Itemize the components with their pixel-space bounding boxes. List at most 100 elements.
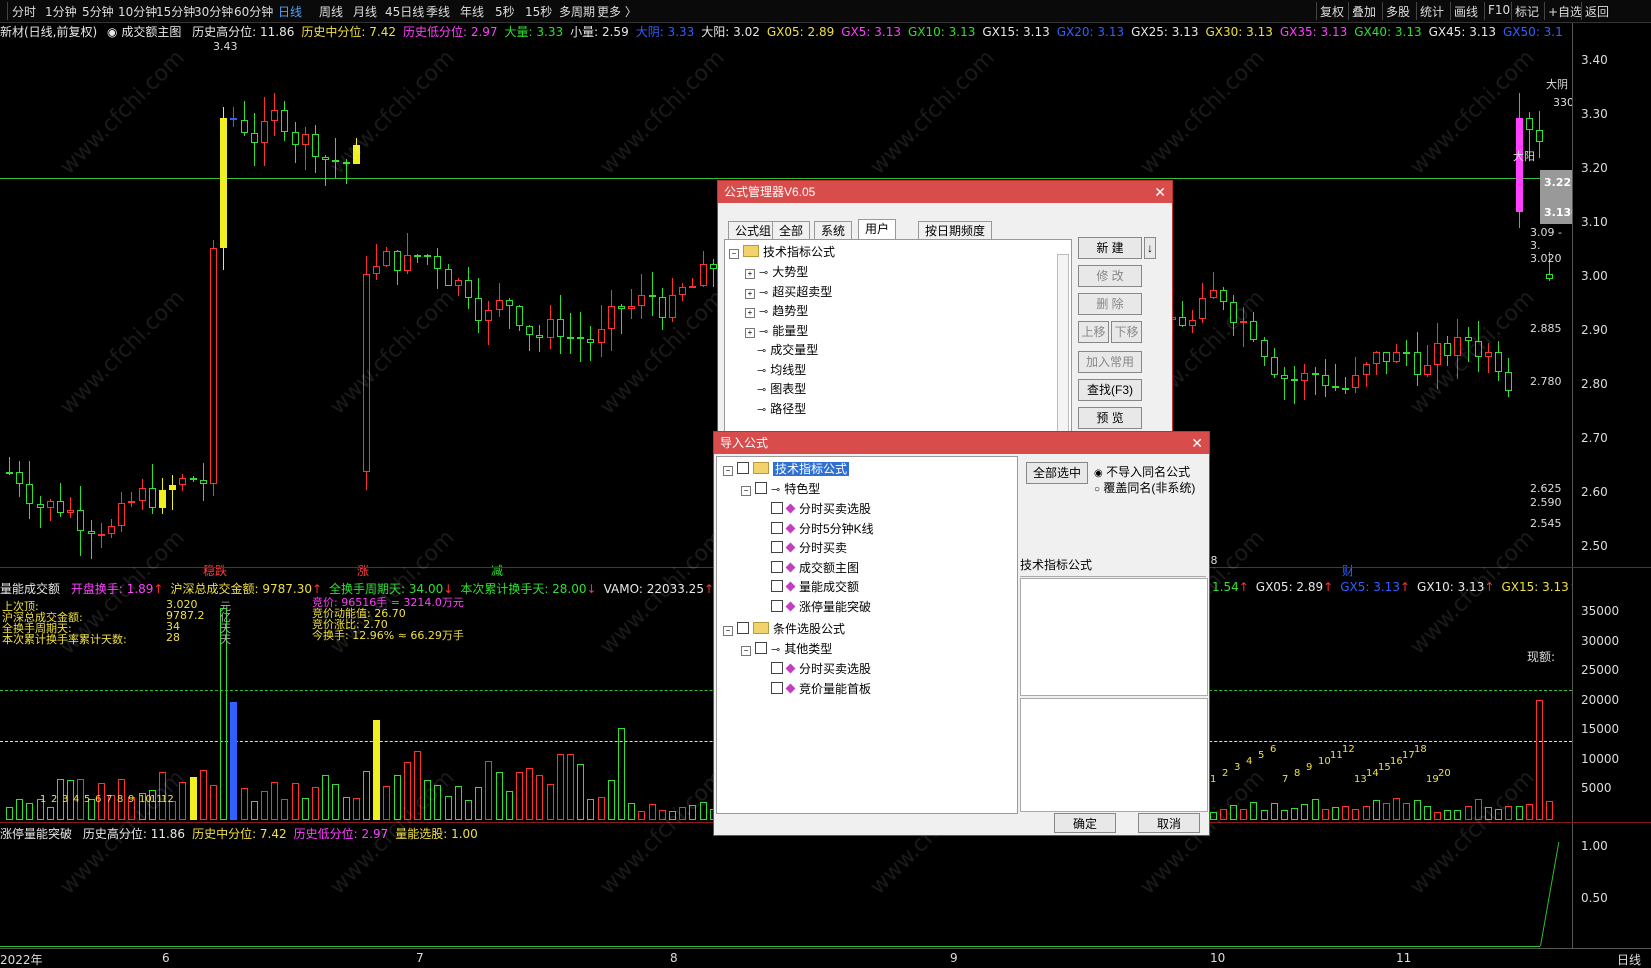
checkbox[interactable] — [737, 462, 749, 474]
tab-4[interactable]: 按日期频度 — [918, 221, 993, 240]
period-tab-11[interactable]: 季线 — [426, 3, 450, 20]
import-item[interactable]: 分时5分钟K线 — [759, 521, 874, 537]
formula-group[interactable]: ⊸ 路径型 — [745, 401, 806, 418]
toolbar-right-8[interactable]: 返回 — [1585, 3, 1609, 20]
period-tab-8[interactable]: 周线 — [319, 3, 343, 20]
expand-icon[interactable]: + — [745, 269, 755, 279]
import-item[interactable]: 竞价量能首板 — [759, 681, 871, 697]
import-item[interactable]: 成交额主图 — [759, 560, 859, 576]
fm-button-6[interactable]: 查找(F3) — [1078, 379, 1142, 401]
collapse-icon[interactable]: − — [723, 626, 733, 636]
tab-0[interactable]: 公式组 — [728, 221, 779, 240]
bottom-indicator-title[interactable]: 涨停量能突破 — [0, 827, 72, 841]
period-tab-12[interactable]: 年线 — [460, 3, 484, 20]
expand-icon[interactable]: + — [745, 327, 755, 338]
checkbox[interactable] — [771, 580, 783, 592]
fm-button-0[interactable]: 新 建 — [1078, 237, 1142, 259]
formula-group[interactable]: + ⊸ 超买超卖型 — [745, 284, 832, 301]
checkbox[interactable] — [771, 502, 783, 514]
checkbox[interactable] — [771, 560, 783, 573]
period-tab-7[interactable]: 日线 — [278, 3, 302, 20]
toolbar-right-4[interactable]: 画线 — [1454, 3, 1478, 20]
close-icon[interactable]: ✕ — [1191, 432, 1203, 454]
toolbar-right-3[interactable]: 统计 — [1420, 3, 1444, 20]
period-tab-9[interactable]: 月线 — [353, 3, 377, 20]
select-all-button[interactable]: 全部选中 — [1026, 462, 1088, 484]
tree-root[interactable]: − 技术指标公式 — [729, 244, 835, 260]
formula-group[interactable]: + ⊸ 大势型 — [745, 264, 808, 281]
import-root-2[interactable]: − 条件选股公式 — [723, 621, 845, 637]
import-item[interactable]: 分时买卖 — [759, 540, 847, 556]
cancel-button[interactable]: 取消 — [1138, 813, 1200, 833]
import-item[interactable]: 分时买卖选股 — [759, 501, 871, 517]
checkbox[interactable] — [771, 599, 783, 612]
import-titlebar[interactable]: 导入公式 ✕ — [714, 432, 1209, 454]
dropdown-arrow-icon[interactable]: ↓ — [1144, 237, 1156, 259]
fm-button-1[interactable]: 修 改 — [1078, 265, 1142, 287]
preview-panel[interactable] — [1020, 698, 1208, 812]
checkbox[interactable] — [755, 642, 767, 654]
volume-indicator-title[interactable]: 量能成交额 — [0, 582, 60, 596]
radio-overwrite[interactable]: ○ 覆盖同名(非系统) — [1094, 480, 1195, 498]
checkbox[interactable] — [771, 521, 783, 534]
formula-group[interactable]: + ⊸ 能量型 — [745, 323, 808, 340]
description-panel[interactable] — [1020, 578, 1208, 696]
tab-3[interactable]: 用户 — [858, 219, 897, 240]
collapse-icon[interactable]: − — [723, 466, 733, 476]
checkbox[interactable] — [755, 482, 767, 494]
tree-scrollbar[interactable] — [1057, 254, 1069, 436]
toolbar-right-0[interactable]: 复权 — [1320, 3, 1344, 20]
fm-button-4[interactable]: 下移 — [1111, 321, 1142, 343]
expand-icon[interactable]: + — [745, 288, 755, 299]
collapse-icon[interactable]: − — [741, 486, 751, 496]
toolbar-right-1[interactable]: 叠加 — [1352, 3, 1376, 20]
period-tab-10[interactable]: 45日线 — [385, 3, 424, 20]
period-tab-2[interactable]: 5分钟 — [82, 3, 114, 20]
indicator-name[interactable]: 成交额主图 — [121, 25, 181, 39]
formula-group[interactable]: ⊸ 成交量型 — [745, 342, 818, 359]
import-item[interactable]: 涨停量能突破 — [759, 599, 871, 615]
toolbar-right-6[interactable]: 标记 — [1515, 3, 1539, 20]
period-tab-14[interactable]: 15秒 — [525, 3, 552, 20]
import-tree[interactable]: − 技术指标公式 − ⊸ 特色型 分时买卖选股 分时5分钟K线 分时买卖成交额主图量能成交… — [716, 456, 1018, 814]
formula-tree[interactable]: − 技术指标公式 + ⊸ 大势型 + ⊸ 超买超卖型 + ⊸ 趋势型 + ⊸ 能量型 ⊸ 成交量型 ⊸ 均线型 ⊸… — [724, 239, 1072, 441]
period-tab-3[interactable]: 10分钟 — [118, 3, 157, 20]
tab-1[interactable]: 全部 — [772, 221, 811, 240]
collapse-icon[interactable]: − — [741, 646, 751, 656]
checkbox[interactable] — [771, 662, 783, 674]
ok-button[interactable]: 确定 — [1054, 813, 1116, 833]
formula-group[interactable]: + ⊸ 趋势型 — [745, 303, 808, 320]
checkbox[interactable] — [771, 681, 783, 694]
fm-button-5[interactable]: 加入常用 — [1078, 351, 1142, 373]
fm-button-3[interactable]: 上移 — [1078, 321, 1109, 343]
period-tab-6[interactable]: 60分钟 — [234, 3, 273, 20]
expand-icon[interactable]: + — [745, 308, 755, 318]
period-tab-5[interactable]: 30分钟 — [194, 3, 233, 20]
formula-group[interactable]: ⊸ 图表型 — [745, 381, 806, 398]
toolbar-right-7[interactable]: +自选 — [1548, 3, 1582, 20]
tab-2[interactable]: 系统 — [814, 221, 853, 240]
checkbox[interactable] — [771, 541, 783, 553]
indicator-name-icon[interactable]: ◉ — [107, 25, 117, 39]
period-tab-1[interactable]: 1分钟 — [45, 3, 77, 20]
toolbar-right-2[interactable]: 多股 — [1386, 3, 1410, 20]
close-icon[interactable]: ✕ — [1154, 181, 1166, 203]
period-tab-15[interactable]: 多周期 — [559, 3, 595, 20]
fm-button-2[interactable]: 删 除 — [1078, 293, 1142, 315]
import-group-2[interactable]: − ⊸ 其他类型 — [741, 641, 832, 658]
signal-chart[interactable] — [0, 842, 1572, 948]
stock-name[interactable]: 新材(日线,前复权) — [0, 25, 97, 39]
toolbar-right-5[interactable]: F10 — [1488, 3, 1510, 17]
period-tab-13[interactable]: 5秒 — [495, 3, 515, 20]
period-tab-4[interactable]: 15分钟 — [156, 3, 195, 20]
import-group-1[interactable]: − ⊸ 特色型 — [741, 481, 820, 498]
collapse-icon[interactable]: − — [729, 249, 739, 259]
formula-manager-titlebar[interactable]: 公式管理器V6.05 ✕ — [718, 181, 1172, 203]
formula-group[interactable]: ⊸ 均线型 — [745, 362, 806, 379]
import-root-1[interactable]: − 技术指标公式 — [723, 461, 850, 477]
period-tab-0[interactable]: 分时 — [12, 3, 36, 20]
import-item[interactable]: 分时买卖选股 — [759, 661, 871, 677]
import-item[interactable]: 量能成交额 — [759, 579, 859, 595]
checkbox[interactable] — [737, 622, 749, 634]
period-tab-16[interactable]: 更多 〉 — [597, 3, 637, 20]
